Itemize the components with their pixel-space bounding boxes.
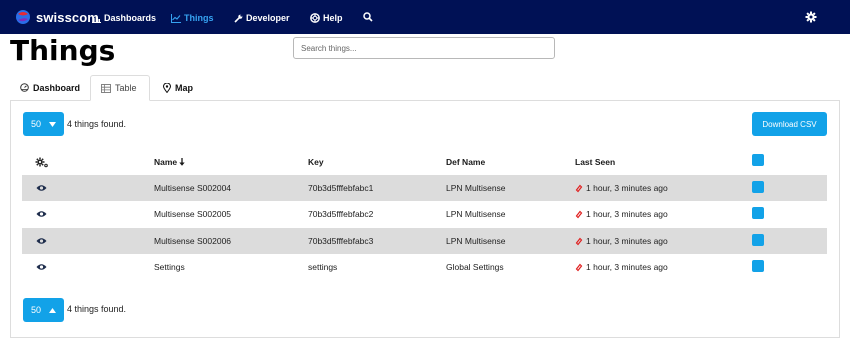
link-icon <box>575 184 583 192</box>
tab-map[interactable]: Map <box>153 75 203 100</box>
cell-def-name: LPN Multisense <box>446 183 506 193</box>
nav-dashboards-label: Dashboards <box>104 13 157 23</box>
tab-dashboard-label: Dashboard <box>33 82 81 93</box>
tab-dashboard[interactable]: Dashboard <box>10 75 90 100</box>
row-checkbox[interactable] <box>752 234 764 246</box>
link-icon <box>575 237 583 245</box>
table-row: Multisense S002004 70b3d5fffebfabc1 LPN … <box>22 175 827 201</box>
per-page-dropdown-bottom[interactable]: 50 <box>23 298 64 322</box>
eye-icon[interactable] <box>36 175 47 201</box>
row-checkbox[interactable] <box>752 260 764 272</box>
column-header-name-label: Name <box>154 157 178 167</box>
table-row: Multisense S002006 70b3d5fffebfabc3 LPN … <box>22 228 827 254</box>
gear-icon[interactable] <box>805 11 817 23</box>
nav-things-label: Things <box>184 13 214 23</box>
cell-name[interactable]: Multisense S002004 <box>154 175 231 201</box>
bar-chart-icon <box>92 15 101 23</box>
page-title: Things <box>10 34 116 67</box>
nav-developer-label: Developer <box>246 13 290 23</box>
last-seen-text: 1 hour, 3 minutes ago <box>586 262 668 272</box>
lifebuoy-icon <box>310 13 320 23</box>
column-header-last-seen[interactable]: Last Seen <box>575 154 615 170</box>
nav-help[interactable]: Help <box>310 10 343 26</box>
cell-last-seen: 1 hour, 3 minutes ago <box>575 254 668 280</box>
results-count-bottom: 4 things found. <box>67 304 127 314</box>
nav-developer[interactable]: Developer <box>234 10 290 26</box>
row-checkbox[interactable] <box>752 181 764 193</box>
table-row: Settings settings Global Settings 1 hour… <box>22 254 827 280</box>
cell-def-name: LPN Multisense <box>446 236 506 246</box>
results-count-top: 4 things found. <box>67 119 127 129</box>
last-seen-text: 1 hour, 3 minutes ago <box>586 209 668 219</box>
cogs-icon <box>35 157 48 167</box>
tab-table-label: Table <box>115 83 137 93</box>
eye-icon[interactable] <box>36 201 47 227</box>
tab-table[interactable]: Table <box>90 75 150 101</box>
settings-column-header[interactable] <box>35 154 49 170</box>
link-icon <box>575 263 583 271</box>
wrench-icon <box>234 14 243 23</box>
eye-icon[interactable] <box>36 254 47 280</box>
eye-icon[interactable] <box>36 228 47 254</box>
nav-dashboards[interactable]: Dashboards <box>92 10 156 26</box>
column-header-def-name[interactable]: Def Name <box>446 154 485 170</box>
column-header-key[interactable]: Key <box>308 154 324 170</box>
caret-down-icon <box>49 121 56 127</box>
cell-last-seen: 1 hour, 3 minutes ago <box>575 201 668 227</box>
line-chart-icon <box>171 13 181 23</box>
table-icon <box>101 83 111 93</box>
cell-key: 70b3d5fffebfabc1 <box>308 183 374 193</box>
top-navbar: swisscom Dashboards Things Developer Hel… <box>0 0 850 34</box>
search-icon[interactable] <box>363 12 373 22</box>
download-csv-button[interactable]: Download CSV <box>752 112 827 136</box>
swisscom-logo-icon <box>16 10 30 24</box>
cell-def-name: Global Settings <box>446 262 504 272</box>
cell-key: settings <box>308 262 338 272</box>
search-input[interactable] <box>293 37 555 59</box>
select-all-checkbox[interactable] <box>752 154 764 166</box>
cell-def-name: LPN Multisense <box>446 209 506 219</box>
column-header-name[interactable]: Name <box>154 154 185 170</box>
map-marker-icon <box>163 82 171 93</box>
cell-name[interactable]: Multisense S002005 <box>154 201 231 227</box>
sort-down-arrow-icon <box>179 158 185 166</box>
link-icon <box>575 210 583 218</box>
cell-key: 70b3d5fffebfabc3 <box>308 236 374 246</box>
dashboard-icon <box>20 83 29 92</box>
cell-key: 70b3d5fffebfabc2 <box>308 209 374 219</box>
cell-name[interactable]: Settings <box>154 254 185 280</box>
per-page-value: 50 <box>30 119 41 129</box>
cell-last-seen: 1 hour, 3 minutes ago <box>575 175 668 201</box>
caret-up-icon <box>49 307 56 313</box>
view-tabs: Dashboard Table Map <box>10 75 840 101</box>
brand-name: swisscom <box>36 9 99 25</box>
tab-map-label: Map <box>175 82 193 93</box>
per-page-dropdown-top[interactable]: 50 <box>23 112 64 136</box>
brand-logo[interactable]: swisscom <box>14 7 99 27</box>
cell-name[interactable]: Multisense S002006 <box>154 228 231 254</box>
per-page-value: 50 <box>30 305 41 315</box>
last-seen-text: 1 hour, 3 minutes ago <box>586 183 668 193</box>
nav-things[interactable]: Things <box>171 10 214 26</box>
cell-last-seen: 1 hour, 3 minutes ago <box>575 228 668 254</box>
nav-help-label: Help <box>323 13 343 23</box>
last-seen-text: 1 hour, 3 minutes ago <box>586 236 668 246</box>
table-row: Multisense S002005 70b3d5fffebfabc2 LPN … <box>22 201 827 227</box>
row-checkbox[interactable] <box>752 207 764 219</box>
